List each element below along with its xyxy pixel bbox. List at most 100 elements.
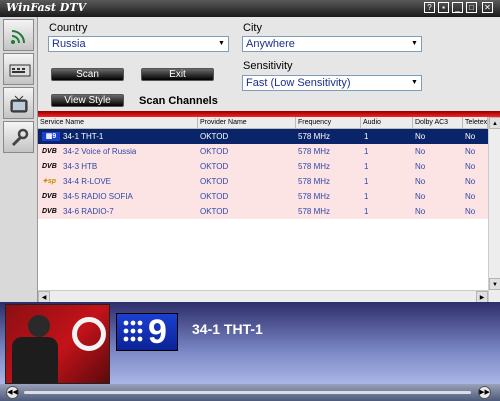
seek-track[interactable]	[24, 391, 471, 394]
settings-window-button[interactable]: ▪	[438, 2, 449, 13]
channel-logo-number: 9	[148, 313, 167, 351]
column-header-provider[interactable]: Provider Name	[198, 117, 296, 128]
tv-icon	[10, 95, 28, 113]
dolby: No	[415, 147, 426, 156]
dolby: No	[415, 192, 426, 201]
frequency: 578 MHz	[298, 207, 331, 216]
maximize-button[interactable]: □	[466, 2, 477, 13]
sensitivity-value: Fast (Low Sensitivity)	[246, 77, 351, 89]
audio: 1	[364, 132, 369, 141]
teletext: No	[465, 177, 476, 186]
fast-forward-icon[interactable]: ▶▶	[478, 386, 491, 399]
sidebar-settings-button[interactable]	[3, 121, 34, 153]
teletext: No	[465, 147, 476, 156]
teletext: No	[465, 207, 476, 216]
provider-name: OKTOD	[200, 207, 229, 216]
exit-button[interactable]: Exit	[141, 68, 214, 81]
dolby: No	[415, 177, 426, 186]
dvb-logo-icon: DVB	[42, 148, 57, 155]
now-playing-panel: 9 34-1 THT-1	[0, 302, 500, 384]
dvb-logo-icon: DVB	[42, 163, 57, 170]
close-button[interactable]: ✕	[482, 2, 493, 13]
presenter-body	[12, 337, 58, 383]
country-value: Russia	[52, 38, 86, 50]
audio: 1	[364, 177, 369, 186]
help-button[interactable]: ?	[424, 2, 435, 13]
view-style-button[interactable]: View Style	[51, 94, 124, 107]
city-label: City	[243, 22, 262, 34]
audio: 1	[364, 147, 369, 156]
frequency: 578 MHz	[298, 132, 331, 141]
service-name: 34-6 RADIO-7	[63, 207, 114, 216]
service-name: 34-2 Voice of Russia	[63, 147, 137, 156]
sidebar-scan-button[interactable]	[3, 19, 34, 51]
chevron-down-icon[interactable]: ▼	[215, 37, 228, 51]
scan-button[interactable]: Scan	[51, 68, 124, 81]
service-name: 34-1 THT-1	[63, 132, 104, 141]
playback-bar: ◀◀ ▶▶	[0, 384, 500, 401]
dvb-logo-icon: DVB	[42, 193, 57, 200]
table-header: Service Name Provider Name Frequency Aud…	[38, 117, 488, 129]
video-preview[interactable]	[5, 304, 110, 384]
scroll-down-icon[interactable]: ▼	[489, 278, 500, 290]
provider-name: OKTOD	[200, 162, 229, 171]
table-row[interactable]: DVB 34-2 Voice of Russia OKTOD 578 MHz 1…	[38, 144, 488, 159]
chevron-down-icon[interactable]: ▼	[408, 37, 421, 51]
sidebar	[0, 17, 38, 302]
wrench-icon	[11, 128, 29, 147]
column-header-teletext[interactable]: Teletext	[463, 117, 488, 128]
broadcast-icon	[11, 30, 25, 44]
city-select[interactable]: Anywhere ▼	[242, 36, 422, 52]
scan-channels-label: Scan Channels	[139, 95, 218, 107]
minimize-button[interactable]: _	[452, 2, 463, 13]
column-header-service[interactable]: Service Name	[38, 117, 198, 128]
scroll-up-icon[interactable]: ▲	[489, 117, 500, 129]
teletext: No	[465, 162, 476, 171]
provider-name: OKTOD	[200, 147, 229, 156]
channel-table: Service Name Provider Name Frequency Aud…	[38, 117, 500, 303]
table-row[interactable]: DVB 34-3 HTB OKTOD 578 MHz 1 No No	[38, 159, 488, 174]
table-row[interactable]: DVB 34-5 RADIO SOFIA OKTOD 578 MHz 1 No …	[38, 189, 488, 204]
app-window: WinFast DTV ? ▪ _ □ ✕ Country Russia ▼ C…	[0, 0, 500, 401]
service-name: 34-5 RADIO SOFIA	[63, 192, 133, 201]
provider-name: OKTOD	[200, 192, 229, 201]
teletext: No	[465, 192, 476, 201]
chevron-down-icon[interactable]: ▼	[408, 76, 421, 90]
channel-logo-icon: ▦9	[42, 132, 60, 141]
column-header-audio[interactable]: Audio	[361, 117, 413, 128]
sidebar-remote-button[interactable]	[3, 53, 34, 85]
sensitivity-label: Sensitivity	[243, 60, 293, 72]
provider-name: OKTOD	[200, 177, 229, 186]
title-bar[interactable]: WinFast DTV ? ▪ _ □ ✕	[0, 0, 500, 17]
sidebar-tv-button[interactable]	[3, 87, 34, 119]
dolby: No	[415, 207, 426, 216]
nine-network-logo-icon	[123, 320, 143, 342]
table-row[interactable]: ✦sp 34-4 R-LOVE OKTOD 578 MHz 1 No No	[38, 174, 488, 189]
frequency: 578 MHz	[298, 147, 331, 156]
frequency: 578 MHz	[298, 177, 331, 186]
dolby: No	[415, 162, 426, 171]
presenter-head	[28, 315, 50, 337]
rewind-icon[interactable]: ◀◀	[6, 386, 19, 399]
country-select[interactable]: Russia ▼	[48, 36, 229, 52]
table-row[interactable]: DVB 34-6 RADIO-7 OKTOD 578 MHz 1 No No	[38, 204, 488, 219]
service-name: 34-4 R-LOVE	[63, 177, 112, 186]
channel-logo: 9	[116, 313, 178, 351]
table-row[interactable]: ▦9 34-1 THT-1 OKTOD 578 MHz 1 No No	[38, 129, 488, 144]
studio-logo-icon	[72, 317, 106, 351]
now-playing-channel: 34-1 THT-1	[192, 321, 263, 337]
service-name: 34-3 HTB	[63, 162, 98, 171]
country-label: Country	[49, 22, 88, 34]
dolby: No	[415, 132, 426, 141]
remote-icon	[9, 64, 31, 77]
sport-channel-logo-icon: ✦sp	[42, 178, 57, 185]
frequency: 578 MHz	[298, 192, 331, 201]
column-header-frequency[interactable]: Frequency	[296, 117, 361, 128]
dvb-logo-icon: DVB	[42, 208, 57, 215]
audio: 1	[364, 162, 369, 171]
frequency: 578 MHz	[298, 162, 331, 171]
city-value: Anywhere	[246, 38, 295, 50]
vertical-scrollbar[interactable]: ▲ ▼	[488, 117, 500, 302]
column-header-dolby[interactable]: Dolby AC3	[413, 117, 463, 128]
sensitivity-select[interactable]: Fast (Low Sensitivity) ▼	[242, 75, 422, 91]
